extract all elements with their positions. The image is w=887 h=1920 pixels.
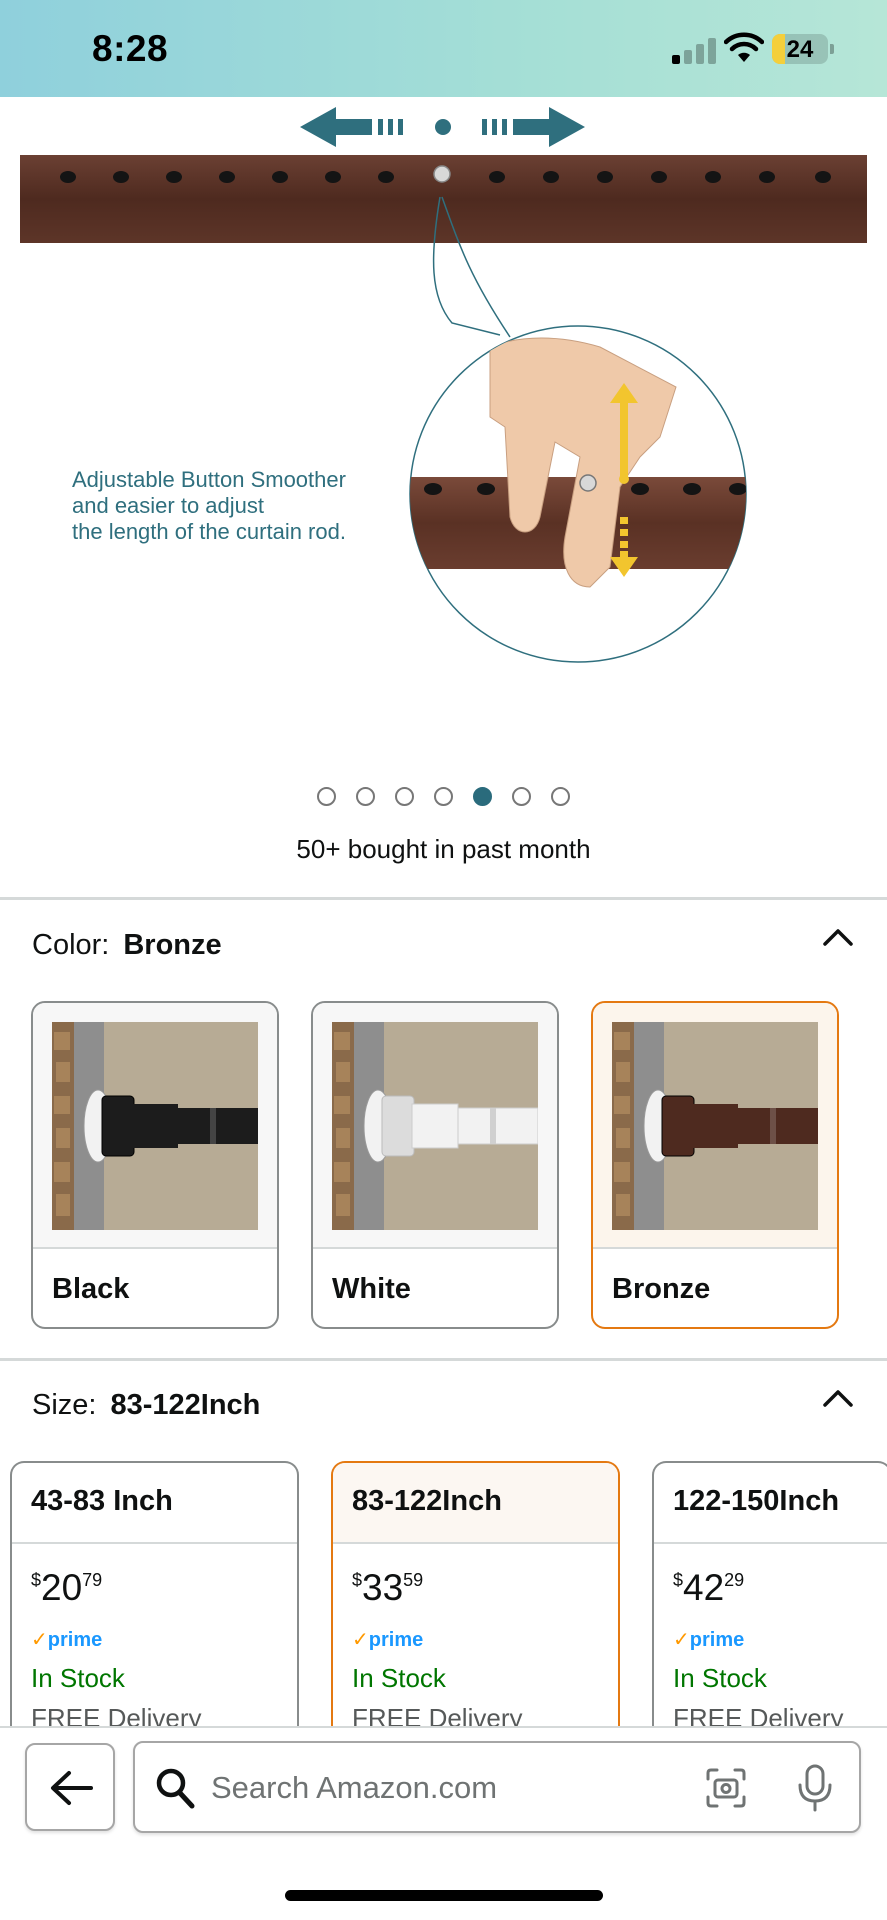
wifi-icon <box>723 32 765 66</box>
back-arrow-icon <box>51 1771 93 1805</box>
chevron-up-icon[interactable] <box>821 926 855 948</box>
carousel-dot[interactable] <box>395 787 414 806</box>
stock-status: In Stock <box>673 1663 767 1693</box>
size-label: Size: 83-122Inch <box>32 1389 261 1421</box>
search-icon[interactable] <box>155 1767 195 1809</box>
battery-level: 24 <box>786 36 814 63</box>
search-input[interactable] <box>211 1761 671 1815</box>
bought-in-past-month: 50+ bought in past month <box>296 834 591 864</box>
size-option-43-83-inch[interactable]: 43-83 Inch $2079 ✓prime In Stock FREE De… <box>10 1461 299 1731</box>
cellular-signal-icon <box>672 38 716 64</box>
price: $4229 <box>673 1567 745 1608</box>
size-option-122-150inch[interactable]: 122-150Inch $4229 ✓prime In Stock FREE D… <box>652 1461 887 1731</box>
camera-scan-icon[interactable] <box>705 1767 747 1809</box>
prime-badge: ✓prime <box>352 1629 424 1651</box>
adjust-arrows-icon <box>300 107 585 147</box>
prime-badge: ✓prime <box>31 1629 103 1651</box>
back-button[interactable] <box>25 1743 115 1831</box>
selected-color: Bronze <box>123 929 222 961</box>
color-option-white[interactable]: White <box>311 1001 559 1329</box>
product-image[interactable]: Adjustable Button Smoother and easier to… <box>0 97 887 747</box>
color-thumbnail <box>313 1003 557 1249</box>
color-option-bronze[interactable]: Bronze <box>591 1001 839 1329</box>
divider <box>0 1358 887 1361</box>
carousel-dot[interactable] <box>551 787 570 806</box>
price: $3359 <box>352 1567 424 1608</box>
carousel-dot[interactable] <box>512 787 531 806</box>
microphone-icon[interactable] <box>795 1763 835 1813</box>
home-indicator <box>285 1890 603 1901</box>
product-image-caption: Adjustable Button Smoother and easier to… <box>72 467 346 544</box>
color-option-black[interactable]: Black <box>31 1001 279 1329</box>
carousel-dot[interactable] <box>473 787 492 806</box>
carousel-dot[interactable] <box>317 787 336 806</box>
color-thumbnail <box>593 1003 837 1249</box>
stock-status: In Stock <box>352 1663 446 1693</box>
selected-size: 83-122Inch <box>110 1389 261 1421</box>
carousel-indicator[interactable] <box>0 787 887 813</box>
carousel-dot[interactable] <box>434 787 453 806</box>
status-bar: 8:28 24 <box>0 0 887 97</box>
divider <box>0 897 887 900</box>
stock-status: In Stock <box>31 1663 125 1693</box>
chevron-up-icon[interactable] <box>821 1387 855 1409</box>
size-option-83-122inch[interactable]: 83-122Inch $3359 ✓prime In Stock FREE De… <box>331 1461 620 1731</box>
battery-icon: 24 <box>772 34 834 64</box>
carousel-dot[interactable] <box>356 787 375 806</box>
color-label: Color: Bronze <box>32 929 222 961</box>
status-time: 8:28 <box>92 28 169 69</box>
color-thumbnail <box>33 1003 277 1249</box>
price: $2079 <box>31 1567 103 1608</box>
prime-badge: ✓prime <box>673 1629 745 1651</box>
search-bar[interactable] <box>133 1741 861 1833</box>
